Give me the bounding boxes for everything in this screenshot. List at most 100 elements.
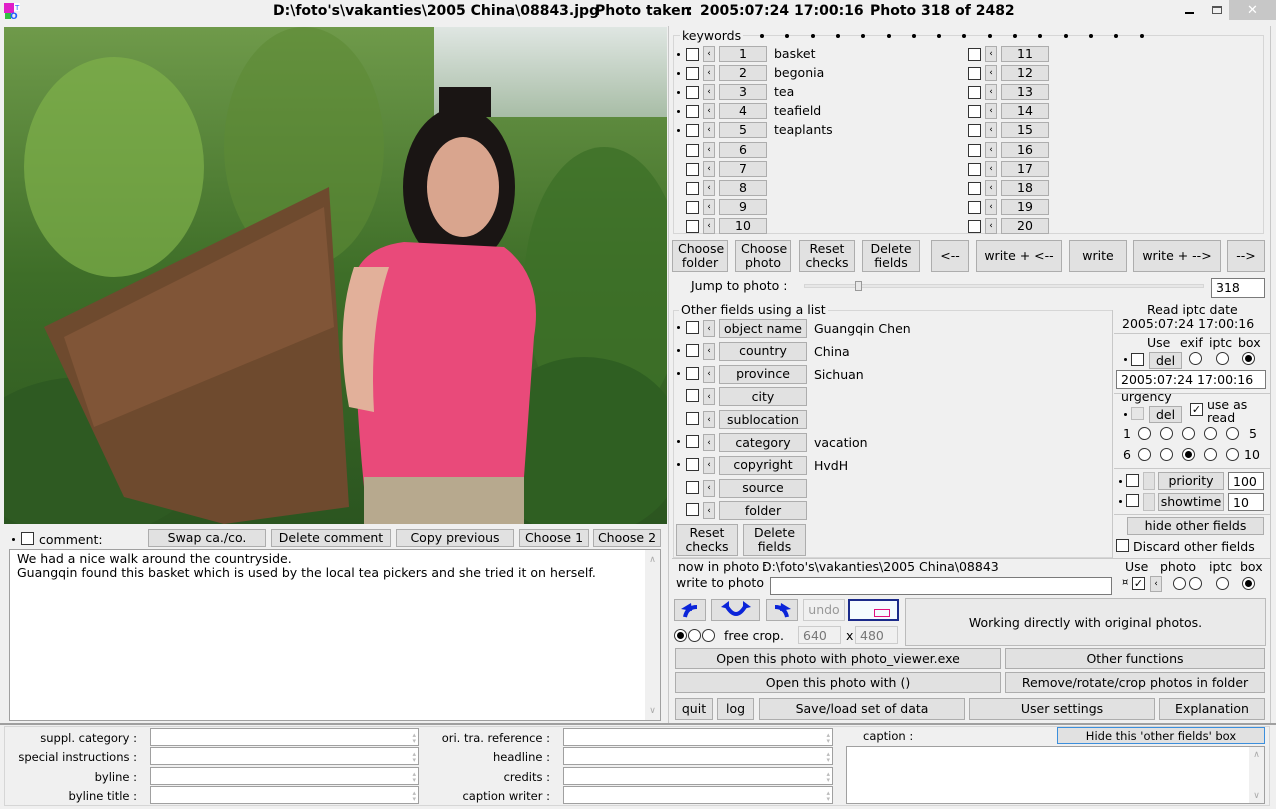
date-box-radio[interactable] xyxy=(1242,352,1255,365)
keyword-number-button[interactable]: 11 xyxy=(1001,46,1049,62)
jump-slider[interactable] xyxy=(804,281,1204,297)
urgency-radio[interactable] xyxy=(1182,448,1195,461)
jump-to-photo-input[interactable]: 318 xyxy=(1211,278,1265,298)
choose-photo-button[interactable]: Choose photo xyxy=(735,240,791,272)
priority-blank-button[interactable] xyxy=(1143,472,1155,490)
field-checkbox[interactable] xyxy=(686,366,699,380)
jump-slider-thumb[interactable] xyxy=(855,281,863,291)
rotate-180-button[interactable] xyxy=(711,599,760,621)
spin-icon[interactable]: ▴ ▾ xyxy=(826,790,830,803)
field-copy-button[interactable]: ‹ xyxy=(703,365,715,383)
open-photo-viewer-button[interactable]: Open this photo with photo_viewer.exe xyxy=(675,648,1001,669)
crop-width-input[interactable]: 640 xyxy=(798,626,841,644)
date-exif-radio[interactable] xyxy=(1189,352,1202,365)
keyword-number-button[interactable]: 16 xyxy=(1001,141,1049,158)
keyword-checkbox[interactable] xyxy=(968,105,981,119)
keyword-copy-button[interactable]: ‹ xyxy=(985,46,997,62)
keyword-number-button[interactable]: 19 xyxy=(1001,198,1049,215)
crop-mode-radio-1[interactable] xyxy=(674,629,687,642)
keyword-checkbox[interactable] xyxy=(686,143,699,157)
write-and-next-button[interactable]: write + --> xyxy=(1133,240,1221,272)
write-to-photo-input[interactable] xyxy=(770,577,1112,595)
keyword-number-button[interactable]: 7 xyxy=(719,160,767,177)
urgency-radio[interactable] xyxy=(1182,427,1195,440)
field-copy-button[interactable]: ‹ xyxy=(703,502,715,520)
now-copy-button[interactable]: ‹ xyxy=(1150,576,1162,592)
field-name-button[interactable]: city xyxy=(719,387,807,407)
keyword-number-button[interactable]: 15 xyxy=(1001,122,1049,139)
keyword-number-button[interactable]: 13 xyxy=(1001,84,1049,101)
keyword-checkbox[interactable] xyxy=(968,48,981,61)
urgency-radio[interactable] xyxy=(1204,448,1217,461)
keyword-number-button[interactable]: 5 xyxy=(719,122,767,139)
keyword-copy-button[interactable]: ‹ xyxy=(703,103,715,120)
field-name-button[interactable]: object name xyxy=(719,319,807,338)
now-photo-radio-2[interactable] xyxy=(1189,577,1202,590)
comment-checkbox[interactable] xyxy=(21,532,34,545)
keyword-copy-button[interactable]: ‹ xyxy=(985,198,997,215)
field-checkbox[interactable] xyxy=(686,457,699,471)
keyword-copy-button[interactable]: ‹ xyxy=(985,84,997,101)
field-checkbox[interactable] xyxy=(686,389,699,403)
bottom-left-input[interactable]: ▴ ▾ xyxy=(150,767,419,785)
keyword-copy-button[interactable]: ‹ xyxy=(703,160,715,177)
keyword-copy-button[interactable]: ‹ xyxy=(985,122,997,139)
keyword-checkbox[interactable] xyxy=(686,162,699,176)
bottom-mid-input[interactable]: ▴ ▾ xyxy=(563,747,833,765)
keyword-number-button[interactable]: 20 xyxy=(1001,217,1049,234)
crop-mode-radio-2[interactable] xyxy=(688,629,701,642)
other-reset-checks-button[interactable]: Reset checks xyxy=(676,524,738,556)
comment-textarea[interactable]: We had a nice walk around the countrysid… xyxy=(9,549,661,721)
keyword-copy-button[interactable]: ‹ xyxy=(985,217,997,234)
hide-other-fields-box-button[interactable]: Hide this 'other fields' box xyxy=(1057,727,1265,744)
keyword-number-button[interactable]: 4 xyxy=(719,103,767,120)
field-name-button[interactable]: sublocation xyxy=(719,410,807,430)
keyword-number-button[interactable]: 12 xyxy=(1001,65,1049,82)
field-copy-button[interactable]: ‹ xyxy=(703,320,715,337)
delete-comment-button[interactable]: Delete comment xyxy=(271,529,391,547)
field-name-button[interactable]: copyright xyxy=(719,455,807,475)
field-name-button[interactable]: country xyxy=(719,341,807,361)
keyword-copy-button[interactable]: ‹ xyxy=(703,179,715,196)
remove-rotate-crop-button[interactable]: Remove/rotate/crop photos in folder xyxy=(1005,672,1265,693)
copy-previous-button[interactable]: Copy previous xyxy=(396,529,514,547)
spin-icon[interactable]: ▴ ▾ xyxy=(412,732,416,745)
spin-icon[interactable]: ▴ ▾ xyxy=(412,771,416,784)
priority-checkbox[interactable] xyxy=(1126,474,1139,487)
keyword-copy-button[interactable]: ‹ xyxy=(703,65,715,82)
showtime-blank-button[interactable] xyxy=(1143,493,1155,511)
urgency-radio[interactable] xyxy=(1226,448,1239,461)
field-copy-button[interactable]: ‹ xyxy=(703,456,715,474)
maximize-button[interactable] xyxy=(1204,0,1230,20)
keyword-number-button[interactable]: 3 xyxy=(719,84,767,101)
save-load-data-button[interactable]: Save/load set of data xyxy=(759,698,965,720)
caption-scrollbar[interactable]: ∧ ∨ xyxy=(1249,747,1264,803)
priority-input[interactable]: 100 xyxy=(1228,472,1264,490)
keyword-number-button[interactable]: 14 xyxy=(1001,103,1049,120)
field-checkbox[interactable] xyxy=(686,435,699,448)
keyword-checkbox[interactable] xyxy=(968,124,981,138)
field-checkbox[interactable] xyxy=(686,321,699,334)
now-use-checkbox[interactable]: ✓ xyxy=(1132,577,1145,590)
keyword-copy-button[interactable]: ‹ xyxy=(985,160,997,177)
choose-1-button[interactable]: Choose 1 xyxy=(519,529,589,547)
photo-preview[interactable] xyxy=(4,27,667,524)
other-functions-button[interactable]: Other functions xyxy=(1005,648,1265,669)
keyword-checkbox[interactable] xyxy=(968,181,981,195)
keyword-checkbox[interactable] xyxy=(968,162,981,176)
field-copy-button[interactable]: ‹ xyxy=(703,388,715,406)
showtime-button[interactable]: showtime xyxy=(1158,493,1224,511)
spin-icon[interactable]: ▴ ▾ xyxy=(412,751,416,764)
choose-folder-button[interactable]: Choose folder xyxy=(672,240,728,272)
showtime-checkbox[interactable] xyxy=(1126,494,1139,507)
swap-caption-comment-button[interactable]: Swap ca./co. xyxy=(148,529,266,547)
keyword-copy-button[interactable]: ‹ xyxy=(985,141,997,158)
close-button[interactable]: ✕ xyxy=(1229,0,1276,20)
keyword-copy-button[interactable]: ‹ xyxy=(703,46,715,62)
hide-other-fields-button[interactable]: hide other fields xyxy=(1127,517,1264,535)
spin-icon[interactable]: ▴ ▾ xyxy=(412,790,416,803)
keyword-checkbox[interactable] xyxy=(686,67,699,81)
use-as-read-checkbox[interactable]: ✓ xyxy=(1190,403,1203,416)
field-checkbox[interactable] xyxy=(686,480,699,494)
keyword-number-button[interactable]: 10 xyxy=(719,217,767,234)
